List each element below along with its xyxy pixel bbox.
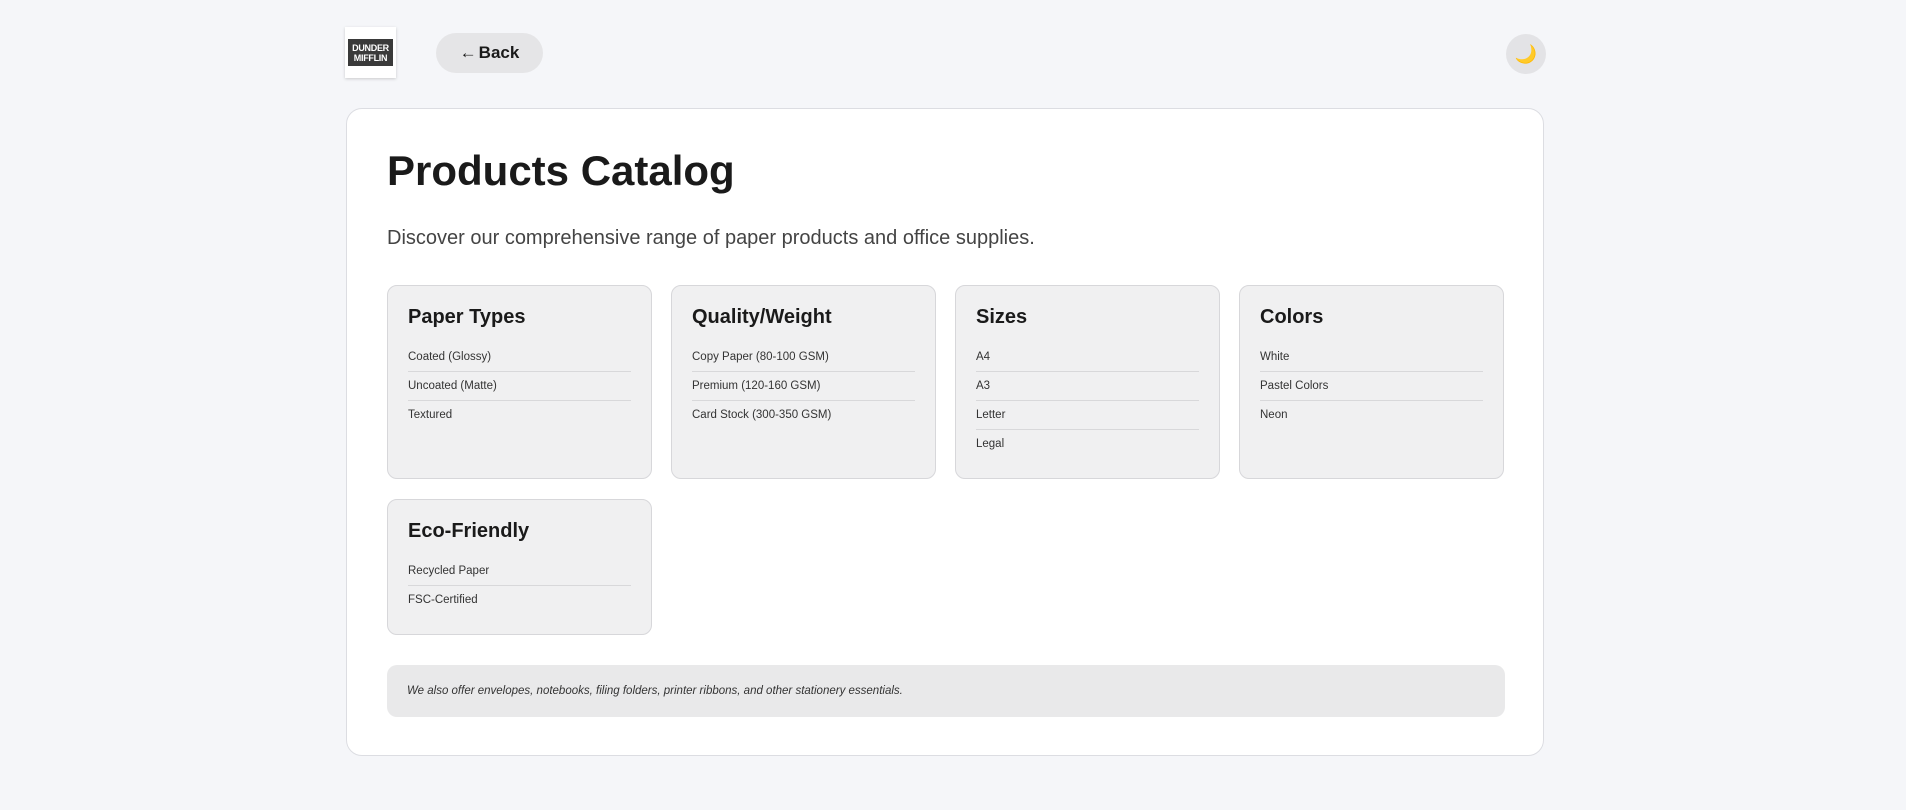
page-subtitle: Discover our comprehensive range of pape… [387,227,1035,249]
catalog-card: Products Catalog Discover our comprehens… [346,108,1544,756]
category-item: Copy Paper (80-100 GSM) [692,343,915,372]
moon-icon: 🌙 [1514,43,1538,64]
category-item: FSC-Certified [408,594,478,606]
category-item: White [1260,343,1483,372]
category-card-eco-friendly: Eco-Friendly Recycled Paper FSC-Certifie… [387,499,652,635]
category-list: White Pastel Colors Neon [1260,343,1483,430]
category-item: Pastel Colors [1260,372,1483,401]
category-list: Copy Paper (80-100 GSM) Premium (120-160… [692,343,915,430]
category-item: Neon [1260,409,1288,421]
category-card-colors: Colors White Pastel Colors Neon [1239,285,1504,479]
category-card-quality-weight: Quality/Weight Copy Paper (80-100 GSM) P… [671,285,936,479]
category-item: Premium (120-160 GSM) [692,372,915,401]
category-card-paper-types: Paper Types Coated (Glossy) Uncoated (Ma… [387,285,652,479]
category-title: Sizes [976,306,1028,328]
category-list: Recycled Paper FSC-Certified [408,557,631,615]
catalog-note: We also offer envelopes, notebooks, fili… [387,665,1505,717]
logo-text-line2: MIFFLIN [353,52,388,63]
back-button[interactable]: ← Back [436,33,543,73]
category-item: A4 [976,343,1199,372]
back-button-label: Back [478,43,520,62]
category-item: Textured [408,409,453,421]
category-item: Letter [976,401,1199,430]
top-bar: DUNDER MIFFLIN ← Back 🌙 [0,0,1906,104]
category-card-sizes: Sizes A4 A3 Letter Legal [955,285,1220,479]
category-item: Coated (Glossy) [408,343,631,372]
dunder-mifflin-logo[interactable]: DUNDER MIFFLIN [345,27,396,78]
category-title: Colors [1260,306,1324,328]
page-title: Products Catalog [387,147,735,194]
category-item: Legal [976,438,1005,450]
back-arrow-icon: ← [459,43,477,62]
category-item: A3 [976,372,1199,401]
category-title: Eco-Friendly [408,520,530,542]
category-list: A4 A3 Letter Legal [976,343,1199,459]
category-item: Card Stock (300-350 GSM) [692,409,832,421]
catalog-note-text: We also offer envelopes, notebooks, fili… [407,685,903,697]
category-item: Recycled Paper [408,557,631,586]
category-list: Coated (Glossy) Uncoated (Matte) Texture… [408,343,631,430]
category-item: Uncoated (Matte) [408,372,631,401]
logo-mark: DUNDER MIFFLIN [348,39,393,66]
logo-text-line1: DUNDER [352,42,389,53]
category-title: Paper Types [408,306,526,328]
category-title: Quality/Weight [692,306,832,328]
theme-toggle-button[interactable]: 🌙 [1506,34,1546,74]
